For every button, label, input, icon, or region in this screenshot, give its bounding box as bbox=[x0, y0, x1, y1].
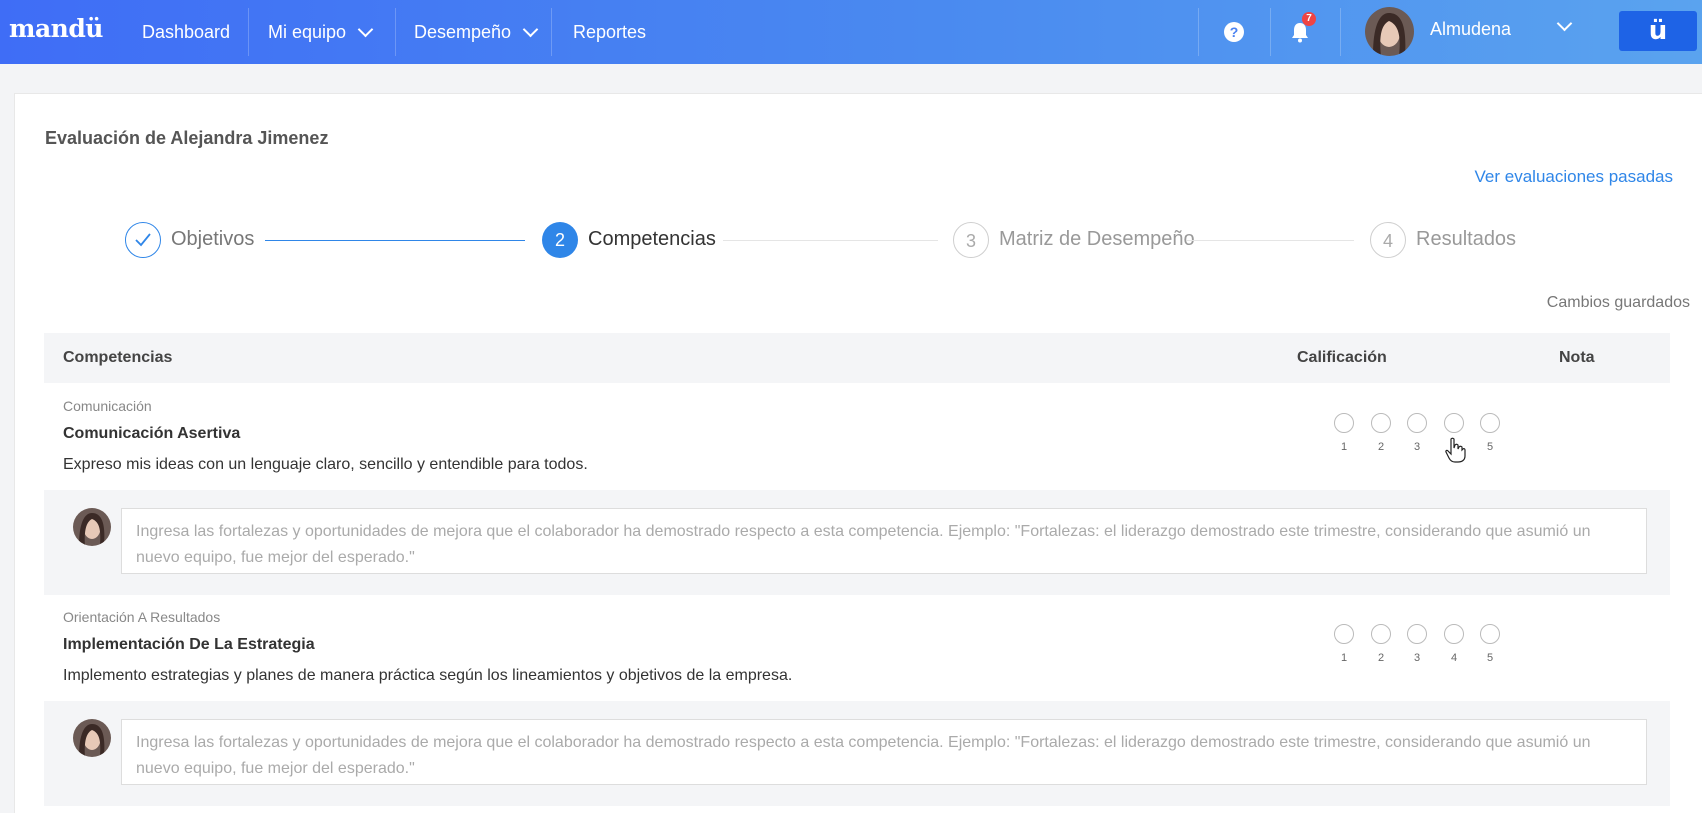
step-3-label[interactable]: Matriz de Desempeño bbox=[999, 228, 1195, 251]
competency-description: Expreso mis ideas con un lenguaje claro,… bbox=[63, 456, 588, 473]
nav-divider bbox=[1340, 8, 1341, 56]
avatar bbox=[73, 719, 111, 757]
competency-category: Comunicación bbox=[63, 398, 152, 414]
chevron-down-icon[interactable] bbox=[1556, 15, 1573, 32]
saved-status: Cambios guardados bbox=[1546, 294, 1690, 311]
hand-pointer-icon bbox=[1445, 437, 1466, 463]
nav-desempeno[interactable]: Desempeño bbox=[414, 0, 539, 64]
nav-desempeno-label: Desempeño bbox=[414, 21, 512, 42]
competency-category: Orientación A Resultados bbox=[63, 609, 221, 625]
chevron-down-icon bbox=[522, 21, 539, 37]
top-navbar: mandü Dashboard Mi equipo Desempeño Repo… bbox=[0, 0, 1702, 64]
nav-mi-equipo[interactable]: Mi equipo bbox=[268, 0, 374, 64]
step-4-circle[interactable]: 4 bbox=[1370, 222, 1406, 258]
rating-number: 5 bbox=[1486, 652, 1494, 664]
step-1-check-icon[interactable] bbox=[125, 222, 161, 258]
rating-number: 5 bbox=[1486, 441, 1494, 453]
rating-radio-3[interactable] bbox=[1407, 413, 1427, 433]
step-connector bbox=[265, 240, 525, 241]
nav-divider bbox=[1198, 8, 1199, 56]
app-logo[interactable]: mandü bbox=[9, 14, 103, 43]
nav-mi-equipo-label: Mi equipo bbox=[268, 21, 347, 42]
nav-divider bbox=[551, 8, 552, 56]
competency-name: Comunicación Asertiva bbox=[63, 425, 241, 442]
rating-radio-3[interactable] bbox=[1407, 624, 1427, 644]
header-nota: Nota bbox=[1559, 349, 1595, 366]
competency-name: Implementación De La Estrategia bbox=[63, 636, 315, 653]
header-competencias: Competencias bbox=[63, 349, 173, 366]
user-name[interactable]: Almudena bbox=[1430, 19, 1511, 40]
notification-badge: 7 bbox=[1302, 12, 1316, 26]
step-connector bbox=[1187, 240, 1354, 241]
nav-divider bbox=[395, 8, 396, 56]
step-connector bbox=[723, 240, 938, 241]
rating-radio-2[interactable] bbox=[1371, 624, 1391, 644]
rating-number: 1 bbox=[1340, 652, 1348, 664]
rating-radio-1[interactable] bbox=[1334, 624, 1354, 644]
nav-dashboard[interactable]: Dashboard bbox=[142, 0, 230, 64]
rating-number: 3 bbox=[1413, 441, 1421, 453]
nav-reportes-label: Reportes bbox=[573, 21, 647, 42]
rating-number: 2 bbox=[1377, 652, 1385, 664]
rating-number: 1 bbox=[1340, 441, 1348, 453]
rating-radio-4[interactable] bbox=[1444, 413, 1464, 433]
rating-radio-5[interactable] bbox=[1480, 413, 1500, 433]
rating-number: 2 bbox=[1377, 441, 1385, 453]
step-4-label[interactable]: Resultados bbox=[1416, 228, 1516, 251]
rating-radio-4[interactable] bbox=[1444, 624, 1464, 644]
page-title: Evaluación de Alejandra Jimenez bbox=[45, 128, 329, 148]
nav-divider bbox=[1270, 8, 1271, 56]
rating-number: 3 bbox=[1413, 652, 1421, 664]
comment-textarea[interactable]: Ingresa las fortalezas y oportunidades d… bbox=[121, 508, 1647, 574]
nav-reportes[interactable]: Reportes bbox=[573, 0, 646, 64]
rating-number: 4 bbox=[1450, 652, 1458, 664]
step-3-circle[interactable]: 3 bbox=[953, 222, 989, 258]
step-2-circle[interactable]: 2 bbox=[542, 222, 578, 258]
header-calificacion: Calificación bbox=[1297, 349, 1387, 366]
nav-divider bbox=[248, 8, 249, 56]
nav-dashboard-label: Dashboard bbox=[142, 21, 231, 42]
help-icon[interactable]: ? bbox=[1224, 22, 1244, 42]
step-1-label[interactable]: Objetivos bbox=[171, 228, 254, 251]
avatar bbox=[73, 508, 111, 546]
comment-section: Ingresa las fortalezas y oportunidades d… bbox=[44, 490, 1670, 595]
table-header: Competencias Calificación Nota bbox=[44, 333, 1670, 383]
rating-radio-1[interactable] bbox=[1334, 413, 1354, 433]
rating-radio-2[interactable] bbox=[1371, 413, 1391, 433]
step-2-label[interactable]: Competencias bbox=[588, 228, 716, 251]
avatar[interactable] bbox=[1365, 7, 1414, 56]
past-evaluations-link[interactable]: Ver evaluaciones pasadas bbox=[1475, 167, 1673, 187]
evaluation-card: Evaluación de Alejandra Jimenez Ver eval… bbox=[14, 93, 1702, 813]
brand-button[interactable]: ü bbox=[1619, 11, 1697, 51]
competency-description: Implemento estrategias y planes de maner… bbox=[63, 667, 793, 684]
comment-section: Ingresa las fortalezas y oportunidades d… bbox=[44, 701, 1670, 806]
rating-radio-5[interactable] bbox=[1480, 624, 1500, 644]
comment-textarea[interactable]: Ingresa las fortalezas y oportunidades d… bbox=[121, 719, 1647, 785]
chevron-down-icon bbox=[357, 21, 374, 37]
